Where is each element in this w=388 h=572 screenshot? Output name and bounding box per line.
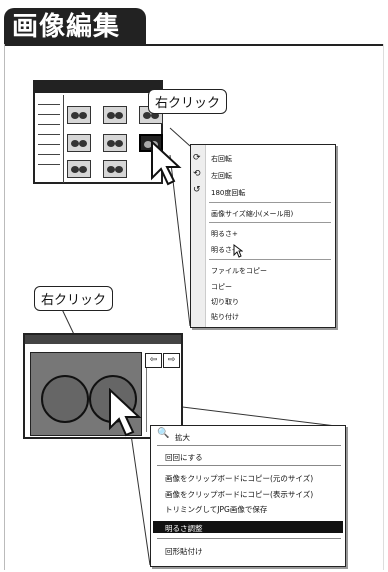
thumbnail[interactable] <box>67 106 91 124</box>
window-titlebar <box>25 335 181 344</box>
thumbnail[interactable] <box>67 160 91 178</box>
next-arrow-button[interactable]: ⇨ <box>163 353 180 368</box>
menu-separator <box>157 465 341 466</box>
menu-item-copy-display-size[interactable]: 画像をクリップボードにコピー(表示サイズ) <box>165 489 313 500</box>
folder-sidebar <box>35 95 64 183</box>
prev-arrow-button[interactable]: ⇦ <box>145 353 162 368</box>
menu-item-rotate-left[interactable]: 左回転 <box>211 171 232 181</box>
frame-border-right <box>383 44 384 570</box>
menu-separator <box>209 222 331 223</box>
menu-item-rotate[interactable]: 回回にする <box>165 452 203 463</box>
menu-separator <box>157 538 341 539</box>
thumbnail[interactable] <box>103 160 127 178</box>
menu-item-brightness-adjust[interactable]: 明るさ調整 <box>165 523 203 534</box>
menu-item-copy-original-size[interactable]: 画像をクリップボードにコピー(元のサイズ) <box>165 473 313 484</box>
rotate-180-icon: ↺ <box>193 185 201 195</box>
callout-right-click-bottom: 右クリック <box>34 286 114 311</box>
menu-item-trim-save-jpg[interactable]: トリミングしてJPG画像で保存 <box>165 504 267 515</box>
menu-item-rotate-180[interactable]: 180度回転 <box>211 188 245 198</box>
rotate-left-icon: ⟲ <box>193 169 201 179</box>
menu-item-brightness-down[interactable]: 明るさ- <box>211 245 235 255</box>
mouse-cursor-icon <box>109 388 142 437</box>
menu-item-cut[interactable]: 切り取り <box>211 297 239 307</box>
menu-item-paste[interactable]: 貼り付け <box>211 312 239 322</box>
menu-item-copy-file[interactable]: ファイルをコピー <box>211 266 267 276</box>
thumbnail[interactable] <box>103 106 127 124</box>
callout-right-click-top: 右クリック <box>148 89 228 114</box>
mouse-cursor-small-icon <box>233 244 243 258</box>
window-titlebar <box>35 82 161 93</box>
thumbnail[interactable] <box>67 134 91 152</box>
viewer-divider <box>146 368 147 432</box>
menu-separator <box>157 445 341 446</box>
zoom-icon: 🔍 <box>157 428 170 439</box>
menu-item-zoom[interactable]: 拡大 <box>175 432 190 443</box>
menu-item-copy[interactable]: コピー <box>211 282 232 292</box>
frame-border-left <box>4 44 5 570</box>
context-menu-thumbnail: ⟳ ⟲ ↺ 右回転 左回転 180度回転 画像サイズ縮小(メール用) 明るさ+ … <box>190 144 336 328</box>
page-title: 画像編集 <box>4 8 146 46</box>
image-circle-left <box>41 375 89 423</box>
menu-item-brightness-up[interactable]: 明るさ+ <box>211 229 238 239</box>
thumbnail[interactable] <box>103 134 127 152</box>
menu-item-resize-email[interactable]: 画像サイズ縮小(メール用) <box>211 209 293 219</box>
mouse-cursor-icon <box>151 140 182 186</box>
image-viewer-window: ⇦ ⇨ <box>23 333 183 439</box>
title-rule <box>4 44 384 46</box>
rotate-right-icon: ⟳ <box>193 153 201 163</box>
menu-separator <box>209 259 331 260</box>
thumbnail-window <box>33 80 163 184</box>
menu-item-rotate-right[interactable]: 右回転 <box>211 154 232 164</box>
context-menu-viewer: 🔍 拡大 回回にする 画像をクリップボードにコピー(元のサイズ) 画像をクリップ… <box>150 425 346 567</box>
menu-separator <box>209 202 331 203</box>
menu-item-paste-shape[interactable]: 回形貼付け <box>165 546 203 557</box>
